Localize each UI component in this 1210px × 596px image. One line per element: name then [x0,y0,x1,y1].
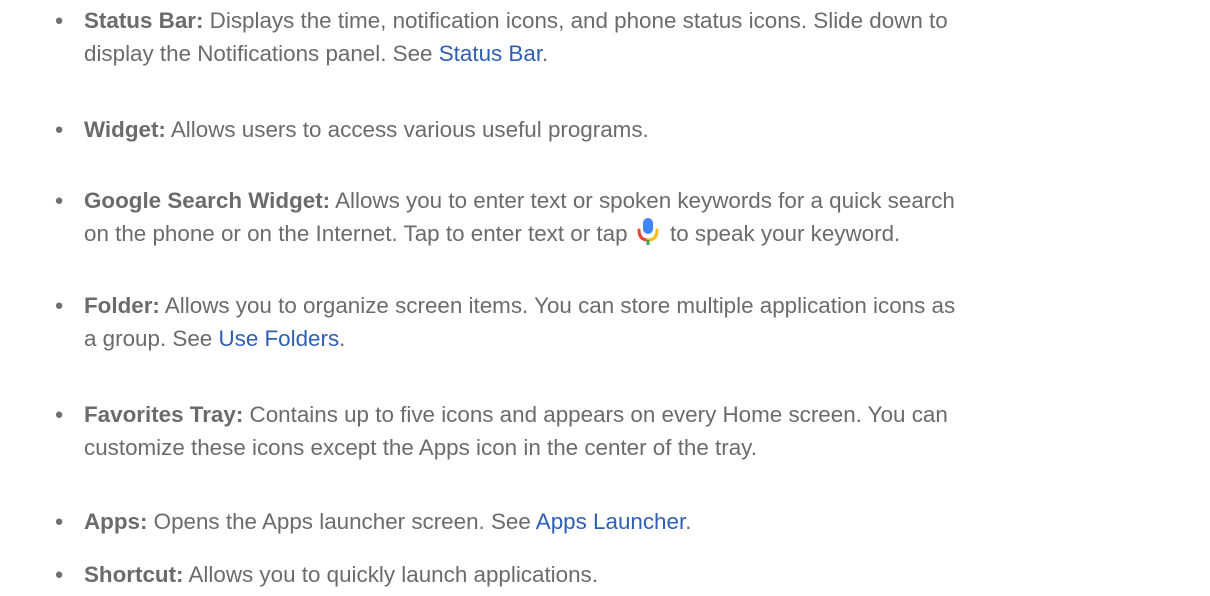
document-page: ● Status Bar: Displays the time, notific… [0,0,1210,596]
description-text: Allows you to enter text or spoken keywo… [330,188,955,213]
bullet-icon: ● [54,12,64,29]
description-text: Allows you to organize screen items. You… [159,293,956,318]
term-apps: Apps: [84,509,148,534]
microphone-icon[interactable] [636,217,660,247]
description-text: Allows you to quickly launch application… [183,562,598,587]
term-folder: Folder: [84,293,160,318]
link-status-bar[interactable]: Status Bar [439,41,542,66]
list-item-folder: ● Folder: Allows you to organize screen … [54,289,1192,355]
list-item-widget: ● Widget: Allows users to access various… [54,113,1192,146]
description-text: on the phone or on the Internet. Tap to … [84,221,634,246]
term-widget: Widget: [84,117,166,142]
description-text: customize these icons except the Apps ic… [84,435,757,460]
description-text: Displays the time, notification icons, a… [203,8,948,33]
description-text: Allows users to access various useful pr… [165,117,649,142]
punctuation: . [542,41,549,66]
list-item-favorites-tray: ● Favorites Tray: Contains up to five ic… [54,398,1192,464]
list-item-shortcut: ● Shortcut: Allows you to quickly launch… [54,558,1192,591]
description-text: display the Notifications panel. See [84,41,439,66]
term-google-search-widget: Google Search Widget: [84,188,331,213]
bullet-icon: ● [54,513,64,530]
description-text: a group. See [84,326,219,351]
bullet-icon: ● [54,121,64,138]
description-text: to speak your keyword. [663,221,901,246]
link-use-folders[interactable]: Use Folders [218,326,339,351]
bullet-icon: ● [54,406,64,423]
list-item-apps: ● Apps: Opens the Apps launcher screen. … [54,505,1192,538]
description-text: Contains up to five icons and appears on… [243,402,948,427]
term-shortcut: Shortcut: [84,562,184,587]
term-status-bar: Status Bar: [84,8,204,33]
punctuation: . [339,326,346,351]
punctuation: . [685,509,692,534]
bullet-icon: ● [54,566,64,583]
bullet-icon: ● [54,297,64,314]
list-item-google-search-widget: ● Google Search Widget: Allows you to en… [54,184,1192,250]
description-text: Opens the Apps launcher screen. See [147,509,536,534]
term-favorites-tray: Favorites Tray: [84,402,244,427]
bullet-icon: ● [54,192,64,209]
link-apps-launcher[interactable]: Apps Launcher [536,509,685,534]
list-item-status-bar: ● Status Bar: Displays the time, notific… [54,4,1192,70]
